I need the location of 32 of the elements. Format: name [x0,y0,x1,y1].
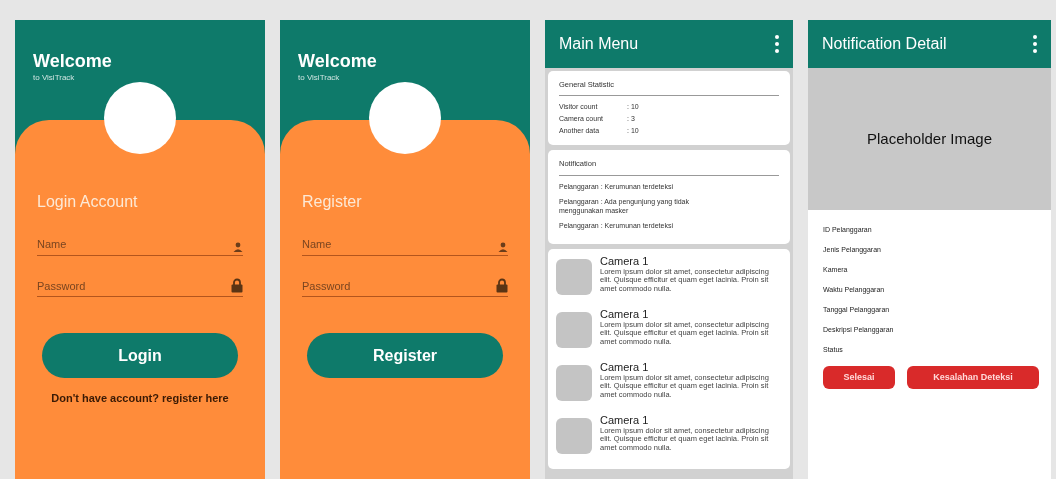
primary-button[interactable]: Login [42,333,238,378]
welcome-title: Welcome [33,50,112,73]
welcome-title: Welcome [298,50,377,73]
camera-thumbnail [556,258,592,295]
camera-name: Camera 1 [600,413,650,427]
camera-name: Camera 1 [600,307,650,321]
user-icon [498,241,508,252]
app-subtitle: to VisiTrack [33,72,75,83]
camera-thumbnail [556,417,592,454]
screen-title: Notification Detail [822,34,947,54]
camera-thumbnail [556,364,592,401]
screen-title: Main Menu [559,34,639,54]
text-field[interactable]: Name [37,236,227,255]
text-field[interactable]: Name [302,236,492,255]
action-button[interactable]: Kesalahan Deteksi [907,366,1039,389]
app-subtitle: to VisiTrack [298,72,340,83]
camera-thumbnail [556,311,592,348]
lock-icon [231,278,243,293]
more-icon[interactable] [1033,35,1037,53]
action-button[interactable]: Selesai [823,366,895,389]
lock-icon [496,278,508,293]
user-icon [233,241,243,252]
text-field[interactable]: Password [37,277,225,296]
form-heading: Login Account [37,192,139,212]
camera-name: Camera 1 [600,360,650,374]
register-link[interactable]: Don't have account? register here [37,390,243,407]
form-heading: Register [302,192,363,212]
camera-name: Camera 1 [600,254,650,268]
primary-button[interactable]: Register [307,333,503,378]
placeholder-label: Placeholder Image [866,128,993,149]
more-icon[interactable] [775,35,779,53]
text-field[interactable]: Password [302,277,490,296]
